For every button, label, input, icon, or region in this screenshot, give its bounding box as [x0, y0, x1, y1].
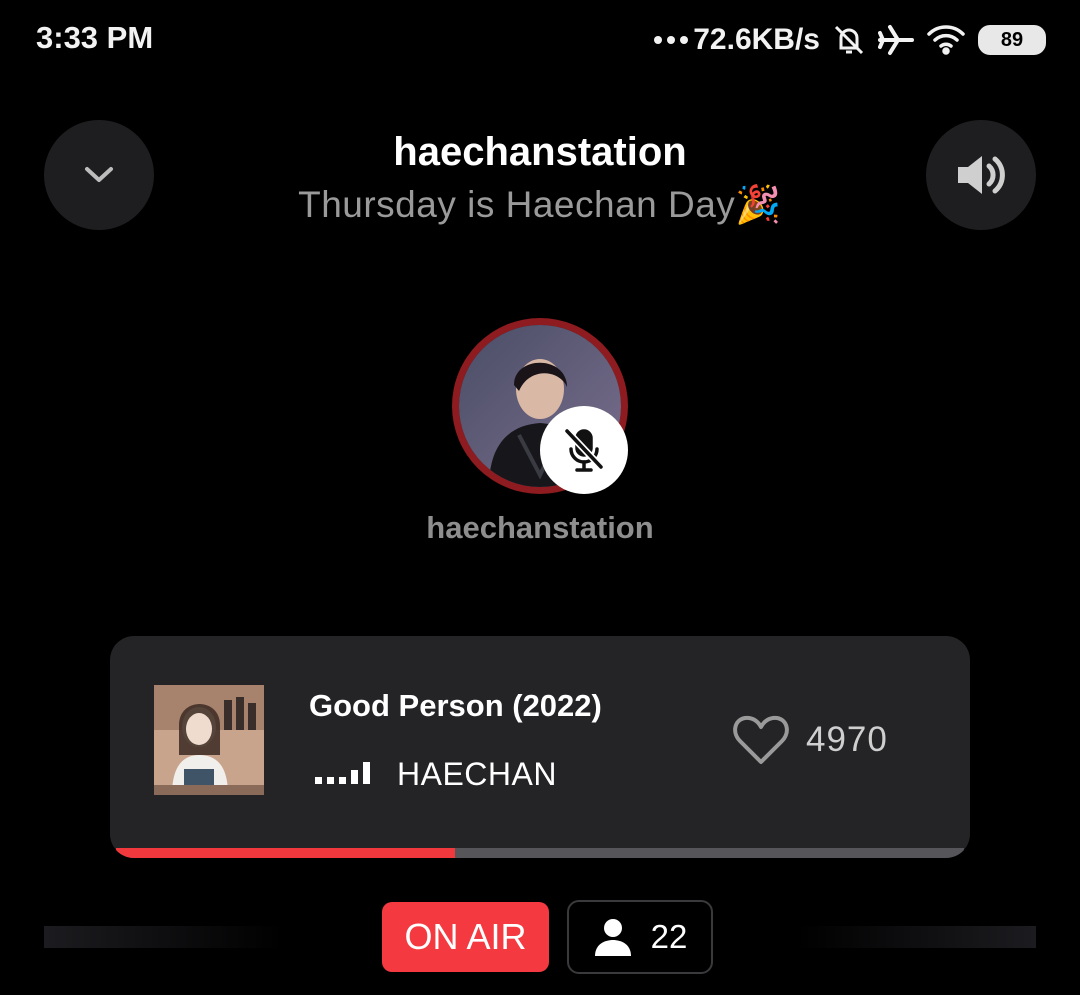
listener-count: 22 — [650, 918, 688, 955]
playback-progress-fill — [116, 848, 456, 858]
more-dots-icon — [653, 35, 689, 45]
status-time: 3:33 PM — [36, 20, 154, 55]
on-air-badge: ON AIR — [382, 902, 549, 972]
mic-off-icon — [563, 427, 605, 472]
host-name: haechanstation — [426, 510, 654, 545]
room-subtitle: Thursday is Haechan Day🎉 — [298, 184, 782, 225]
room-title: haechanstation — [393, 130, 687, 174]
speaker-icon — [958, 156, 1005, 194]
bell-muted-icon — [832, 23, 866, 57]
artist-name: HAECHAN — [397, 756, 557, 792]
playback-progress-bar[interactable] — [116, 848, 964, 858]
battery-level: 89 — [1000, 28, 1024, 51]
like-button[interactable] — [732, 714, 790, 771]
album-cover — [154, 685, 264, 795]
mic-muted-badge — [540, 406, 628, 494]
wifi-icon — [926, 24, 966, 56]
person-icon — [594, 919, 631, 956]
like-count: 4970 — [806, 720, 888, 759]
network-speed: 72.6KB/s — [693, 23, 820, 56]
now-playing-card[interactable]: Good Person (2022) HAECHAN 4970 — [110, 636, 970, 858]
status-icons: 72.6KB/s 89 — [653, 18, 1046, 62]
listener-count-button[interactable]: 22 — [567, 900, 713, 974]
battery-icon: 89 — [978, 25, 1046, 55]
volume-button[interactable] — [926, 120, 1036, 230]
song-title: Good Person (2022) — [309, 688, 602, 723]
equalizer-icon — [315, 762, 370, 784]
heart-icon — [733, 715, 789, 764]
divider-left — [44, 926, 284, 948]
airplane-icon — [878, 24, 914, 56]
divider-right — [796, 926, 1036, 948]
